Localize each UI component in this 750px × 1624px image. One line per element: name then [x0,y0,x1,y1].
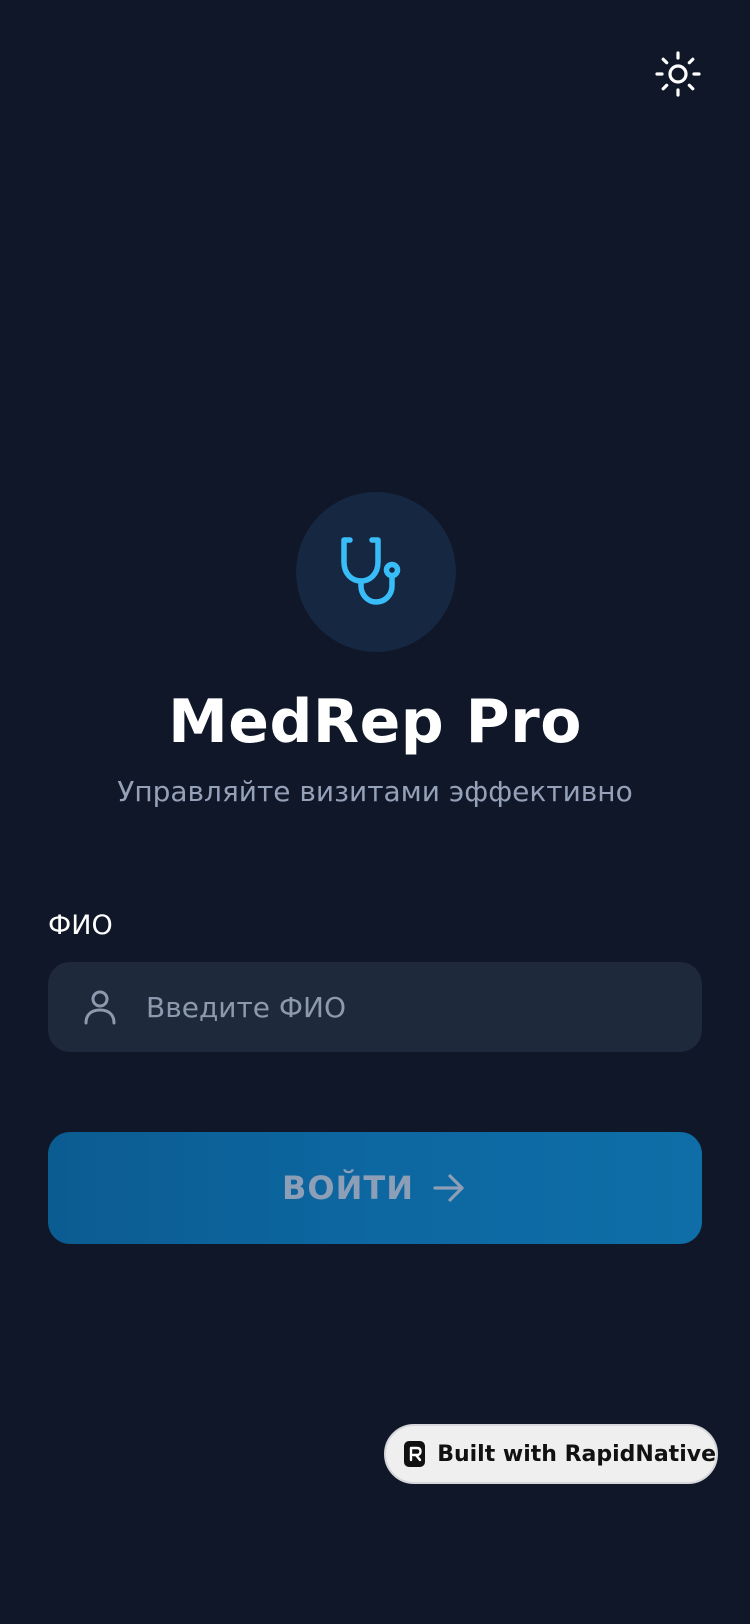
name-field [48,962,702,1052]
user-icon [84,990,116,1025]
name-input[interactable] [146,962,676,1052]
login-button[interactable]: ВОЙТИ [48,1132,702,1244]
name-field-label: ФИО [48,910,113,941]
login-button-label: ВОЙТИ [282,1169,414,1207]
app-subtitle: Управляйте визитами эффективно [117,775,633,808]
built-with-badge[interactable]: Built with RapidNative [384,1424,718,1484]
rapidnative-logo-icon [404,1441,426,1467]
sun-icon [655,51,701,97]
stethoscope-icon [341,537,401,605]
app-logo [296,492,456,652]
built-with-label: Built with RapidNative [437,1441,716,1467]
arrow-right-icon [432,1170,468,1206]
theme-toggle-button[interactable] [648,44,708,104]
app-title: MedRep Pro [168,687,582,757]
